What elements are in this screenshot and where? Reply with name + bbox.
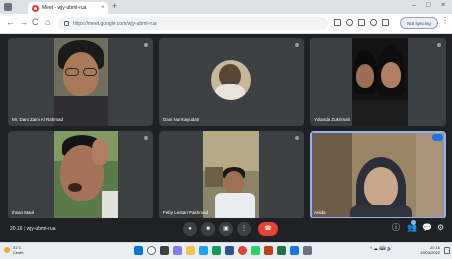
task-view-icon[interactable] xyxy=(160,246,169,255)
extensions-icon[interactable] xyxy=(370,19,377,26)
participant-name: Mr. Dani Zaini Al Rahmad xyxy=(12,117,64,122)
powerpoint-icon[interactable] xyxy=(264,246,273,255)
teams-chat-icon[interactable] xyxy=(173,246,182,255)
microphone-icon: ● xyxy=(188,226,192,232)
more-options-icon[interactable] xyxy=(295,136,299,140)
reload-button[interactable]: C xyxy=(32,18,39,27)
participant-name: Ihsan Maul xyxy=(12,210,35,215)
participant-tile[interactable]: Feby Lestari Pakhmad xyxy=(159,131,304,219)
window-menu-icon[interactable] xyxy=(4,3,12,11)
weather-desc: Cerah xyxy=(13,250,24,255)
system-tray[interactable]: ^ ☁ ⌨ 🔊 xyxy=(370,246,392,252)
participant-name: Dani Nurmayudah xyxy=(163,117,200,122)
search-icon[interactable] xyxy=(147,246,156,255)
minimize-button[interactable]: – xyxy=(412,2,416,9)
leave-call-button[interactable]: ☎ xyxy=(258,222,278,236)
participant-video xyxy=(54,131,118,219)
windows-start-icon[interactable] xyxy=(134,246,143,255)
lock-icon xyxy=(64,21,69,26)
more-options-icon[interactable] xyxy=(437,43,441,47)
tab-meet[interactable]: Meet - wjy-ubmt-rua × xyxy=(28,2,108,14)
home-button[interactable]: ⌂ xyxy=(45,18,50,27)
forward-button[interactable]: → xyxy=(19,18,28,27)
end-call-icon: ☎ xyxy=(264,226,272,232)
participant-tile[interactable]: Mr. Dani Zaini Al Rahmad xyxy=(8,38,153,126)
participant-video xyxy=(54,38,108,126)
excel-icon[interactable] xyxy=(277,246,286,255)
sun-icon xyxy=(4,247,10,253)
participant-tile[interactable]: Ihsan Maul xyxy=(8,131,153,219)
new-tab-button[interactable]: + xyxy=(112,2,117,11)
url-text: https://meet.google.com/wjy-ubmt-rua xyxy=(73,20,157,27)
chrome-icon[interactable] xyxy=(238,246,247,255)
mic-button[interactable]: ● xyxy=(183,222,197,236)
tab-title: Meet - wjy-ubmt-rua xyxy=(42,5,87,11)
edge-browser-icon[interactable] xyxy=(199,246,208,255)
more-vertical-icon: ⋮ xyxy=(241,226,247,232)
activities-button[interactable]: ⚙ xyxy=(437,224,444,232)
file-explorer-icon[interactable] xyxy=(186,246,195,255)
notification-center-icon[interactable] xyxy=(444,247,450,254)
maximize-button[interactable]: □ xyxy=(426,2,430,9)
browser-menu-icon[interactable]: ⋮ xyxy=(441,17,449,25)
close-window-button[interactable]: × xyxy=(441,2,445,9)
weather-widget[interactable]: 31°C Cerah xyxy=(4,245,34,257)
camera-button[interactable]: ■ xyxy=(201,222,215,236)
google-meet-favicon-icon xyxy=(32,4,39,12)
notification-dot-icon xyxy=(411,220,416,225)
whatsapp-icon[interactable] xyxy=(251,246,260,255)
more-options-icon[interactable] xyxy=(295,43,299,47)
clock-date: 19/03/2022 xyxy=(420,250,441,256)
more-options-icon[interactable] xyxy=(144,136,148,140)
camera-icon: ■ xyxy=(206,226,210,232)
captions-button[interactable]: ▣ xyxy=(219,222,233,236)
reading-list-icon[interactable] xyxy=(382,19,389,26)
profile-button[interactable]: Not syncing xyxy=(400,17,438,29)
meeting-code: wjy-ubmt-rua xyxy=(26,226,56,232)
participant-name: Feby Lestari Pakhmad xyxy=(163,210,209,215)
participant-video xyxy=(352,38,408,126)
camera-indicator-icon[interactable] xyxy=(334,19,341,26)
meeting-details-button[interactable]: ⓘ xyxy=(392,224,400,232)
address-bar[interactable]: https://meet.google.com/wjy-ubmt-rua xyxy=(58,17,328,30)
participant-name: Anida xyxy=(314,210,326,215)
participant-video xyxy=(203,131,259,219)
store-icon[interactable] xyxy=(212,246,221,255)
captions-icon: ▣ xyxy=(223,226,229,232)
settings-icon[interactable] xyxy=(303,246,312,255)
close-tab-icon[interactable]: × xyxy=(101,5,105,11)
chat-button[interactable]: 💬 xyxy=(422,224,432,232)
participant-tile[interactable]: Yolanda Zukrimah xyxy=(310,38,446,126)
speaking-indicator-icon xyxy=(432,134,443,141)
meeting-time: 20.16 xyxy=(10,226,23,232)
share-icon[interactable] xyxy=(346,19,353,26)
bookmark-star-icon[interactable] xyxy=(358,19,365,26)
zoom-icon[interactable] xyxy=(290,246,299,255)
participant-video xyxy=(312,133,444,217)
more-options-icon[interactable] xyxy=(144,43,148,47)
participant-tile[interactable]: Dani Nurmayudah xyxy=(159,38,304,126)
more-options-button[interactable]: ⋮ xyxy=(237,222,251,236)
people-button[interactable]: 👥 xyxy=(407,224,417,232)
meet-stage: Mr. Dani Zaini Al Rahmad Dani Nurmayudah… xyxy=(0,34,452,242)
participant-tile-active[interactable]: Anida xyxy=(310,131,446,219)
taskbar-clock[interactable]: 20.16 19/03/2022 xyxy=(420,245,440,255)
participant-name: Yolanda Zukrimah xyxy=(314,117,351,122)
participant-avatar xyxy=(211,60,251,100)
meeting-info: 20.16 | wjy-ubmt-rua xyxy=(10,226,56,232)
back-button[interactable]: ← xyxy=(6,18,15,27)
word-icon[interactable] xyxy=(225,246,234,255)
